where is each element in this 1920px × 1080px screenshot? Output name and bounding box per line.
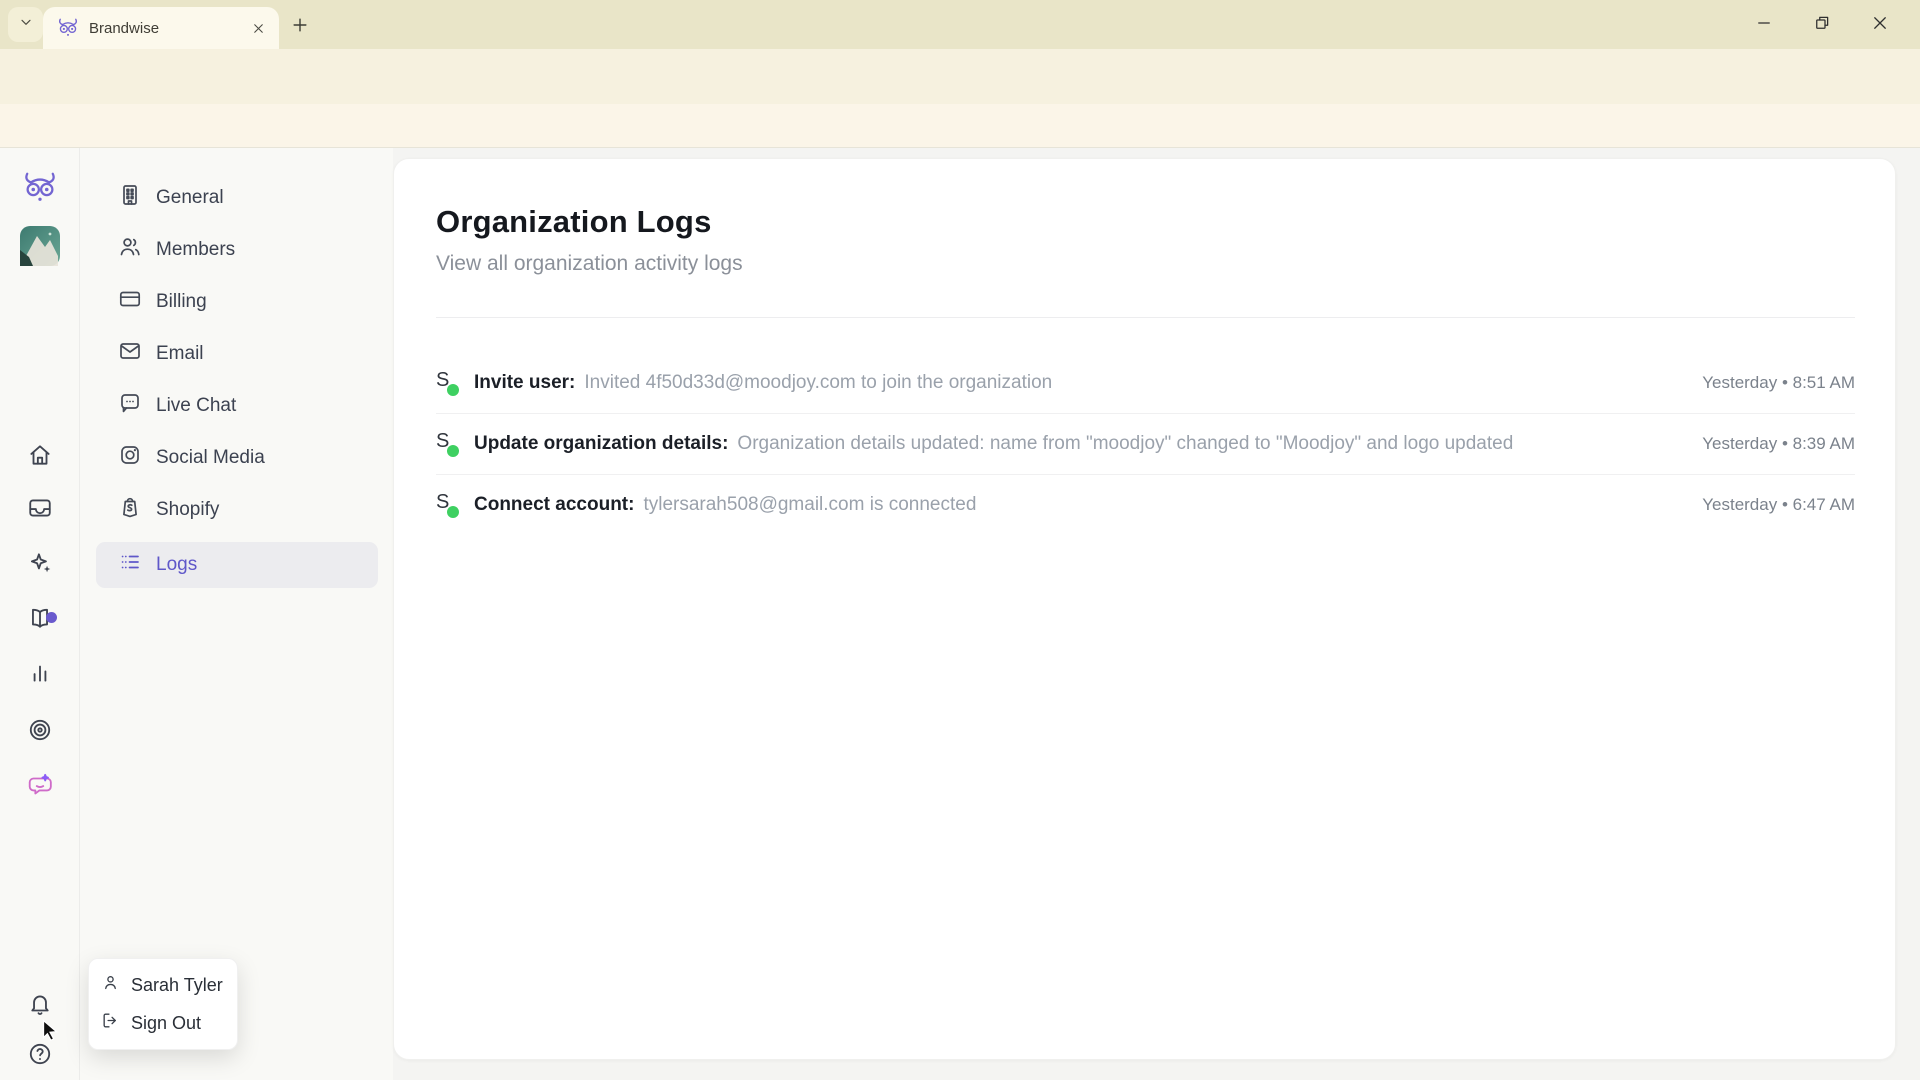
minimize-button[interactable] <box>1741 4 1787 42</box>
log-timestamp: Yesterday • 6:47 AM <box>1682 495 1855 515</box>
nav-item-logs[interactable]: Logs <box>96 542 378 588</box>
new-tab-button[interactable] <box>288 13 312 37</box>
tab-title: Brandwise <box>89 20 249 37</box>
nav-item-billing[interactable]: Billing <box>96 280 378 324</box>
nav-item-members[interactable]: Members <box>96 228 378 272</box>
user-icon <box>101 973 131 997</box>
members-icon <box>118 235 142 265</box>
main-content-card: Organization Logs View all organization … <box>393 158 1896 1060</box>
status-dot <box>447 506 459 518</box>
credit-card-icon <box>118 287 142 317</box>
chat-bubble-icon <box>118 391 142 421</box>
building-icon <box>118 183 142 213</box>
page-subtitle: View all organization activity logs <box>436 251 1855 277</box>
ai-sparkles-icon[interactable] <box>18 541 62 585</box>
log-row: S Connect account: tylersarah508@gmail.c… <box>436 474 1855 535</box>
nav-label: Logs <box>156 554 197 576</box>
log-description: Organization details updated: name from … <box>737 433 1513 455</box>
log-action-label: Connect account: <box>474 494 634 516</box>
browser-tabstrip: Brandwise <box>0 0 1920 49</box>
list-icon <box>118 550 142 580</box>
log-description: Invited 4f50d33d@moodjoy.com to join the… <box>584 372 1052 394</box>
log-avatar: S <box>436 491 460 519</box>
log-avatar: S <box>436 430 460 458</box>
nav-label: Members <box>156 239 235 261</box>
help-icon[interactable] <box>18 1032 62 1076</box>
envelope-icon <box>118 339 142 369</box>
log-list: S Invite user: Invited 4f50d33d@moodjoy.… <box>436 352 1855 535</box>
nav-label: General <box>156 187 224 209</box>
sign-out-icon <box>101 1011 131 1035</box>
nav-item-social-media[interactable]: Social Media <box>96 436 378 480</box>
close-window-button[interactable] <box>1857 4 1903 42</box>
nav-item-email[interactable]: Email <box>96 332 378 376</box>
log-timestamp: Yesterday • 8:51 AM <box>1682 373 1855 393</box>
chat-notification-dot <box>46 612 57 623</box>
status-dot <box>447 445 459 457</box>
ai-chat-icon[interactable] <box>18 763 62 807</box>
notifications-bell-icon[interactable] <box>18 982 62 1026</box>
page-title: Organization Logs <box>436 203 1855 241</box>
log-row: S Update organization details: Organizat… <box>436 413 1855 474</box>
target-icon[interactable] <box>18 708 62 752</box>
shopify-bag-icon <box>118 495 142 525</box>
brandwise-logo-owl-icon[interactable] <box>18 166 62 210</box>
log-avatar: S <box>436 369 460 397</box>
nav-label: Shopify <box>156 499 219 521</box>
log-row: S Invite user: Invited 4f50d33d@moodjoy.… <box>436 352 1855 413</box>
log-timestamp: Yesterday • 8:39 AM <box>1682 434 1855 454</box>
maximize-button[interactable] <box>1799 4 1845 42</box>
divider <box>436 317 1855 318</box>
analytics-bars-icon[interactable] <box>18 651 62 695</box>
menu-item-label: Sarah Tyler <box>131 975 223 996</box>
workspace-avatar[interactable] <box>18 224 62 268</box>
tab-close-icon[interactable] <box>249 19 267 37</box>
log-action-label: Update organization details: <box>474 433 728 455</box>
brandwise-favicon-owl-icon <box>57 17 79 39</box>
menu-item-profile[interactable]: Sarah Tyler <box>89 966 237 1004</box>
home-icon[interactable] <box>18 433 62 477</box>
nav-item-general[interactable]: General <box>96 176 378 220</box>
browser-tab[interactable]: Brandwise <box>43 7 279 49</box>
camera-icon <box>118 443 142 473</box>
status-dot <box>447 384 459 396</box>
inbox-icon[interactable] <box>18 486 62 530</box>
settings-nav: General Members Billing Email Live Chat … <box>80 148 393 1080</box>
nav-label: Social Media <box>156 447 265 469</box>
nav-item-live-chat[interactable]: Live Chat <box>96 384 378 428</box>
browser-toolbar: app.brandwise.ai/o/kh7czxc25zbktfnh718pz… <box>0 49 1920 104</box>
icon-rail: S <box>0 148 80 1080</box>
nav-item-shopify[interactable]: Shopify <box>96 488 378 532</box>
chevron-down-icon <box>18 14 34 35</box>
menu-item-sign-out[interactable]: Sign Out <box>89 1004 237 1042</box>
user-menu-popup: Sarah Tyler Sign Out <box>88 958 238 1050</box>
nav-label: Email <box>156 343 204 365</box>
tab-search-button[interactable] <box>8 7 43 42</box>
bookmarks-bar <box>0 104 1920 148</box>
screen: Brandwise app.brandwise.ai/o/kh7czxc25zb… <box>0 0 1920 1080</box>
nav-label: Billing <box>156 291 207 313</box>
log-description: tylersarah508@gmail.com is connected <box>643 494 976 516</box>
nav-label: Live Chat <box>156 395 236 417</box>
log-action-label: Invite user: <box>474 372 575 394</box>
menu-item-label: Sign Out <box>131 1013 201 1034</box>
